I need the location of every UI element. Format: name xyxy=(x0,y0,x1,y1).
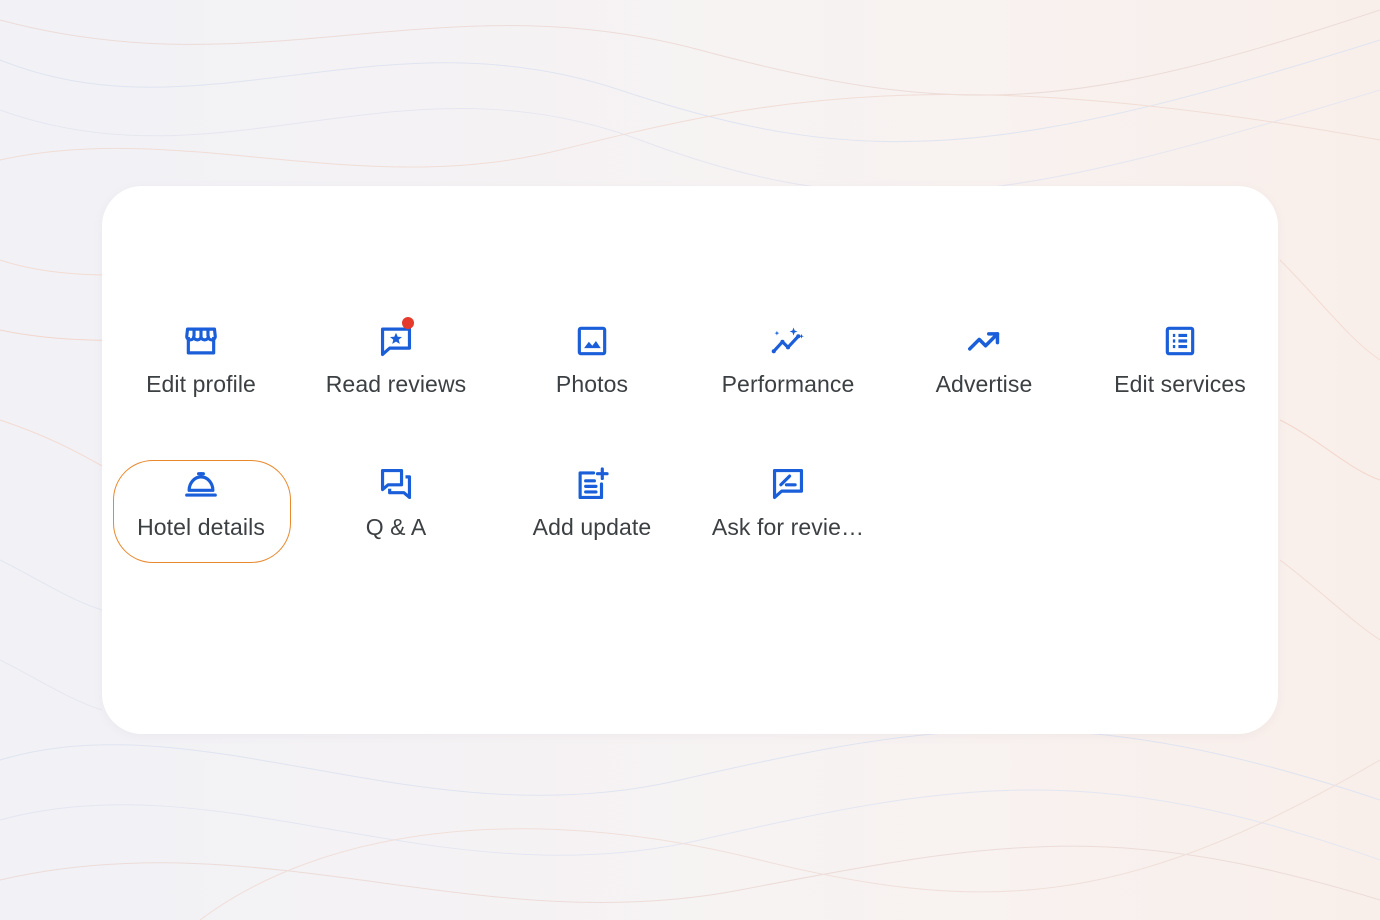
review-star-icon xyxy=(376,317,416,361)
forum-icon xyxy=(376,464,416,504)
qa-label: Q & A xyxy=(365,514,427,540)
ask-for-reviews-label: Ask for revie… xyxy=(711,514,865,540)
read-reviews-button[interactable]: Read reviews xyxy=(301,317,491,421)
performance-sparkle-icon xyxy=(768,321,808,361)
photo-icon xyxy=(572,321,612,361)
edit-services-label: Edit services xyxy=(1114,371,1246,397)
add-update-label: Add update xyxy=(532,514,652,540)
post-add-icon xyxy=(572,464,612,504)
quick-actions-card xyxy=(102,186,1278,734)
add-update-button[interactable]: Add update xyxy=(497,464,687,564)
rate-review-icon xyxy=(768,464,808,504)
performance-button[interactable]: Performance xyxy=(693,321,883,421)
photos-label: Photos xyxy=(555,371,629,397)
ask-for-reviews-button[interactable]: Ask for revie… xyxy=(693,464,883,564)
trending-up-icon xyxy=(964,321,1004,361)
edit-profile-label: Edit profile xyxy=(146,371,256,397)
list-icon xyxy=(1160,321,1200,361)
edit-profile-button[interactable]: Edit profile xyxy=(106,321,296,421)
read-reviews-label: Read reviews xyxy=(325,371,467,397)
qa-button[interactable]: Q & A xyxy=(301,464,491,564)
room-service-bell-icon xyxy=(181,464,221,504)
performance-label: Performance xyxy=(721,371,855,397)
notification-dot xyxy=(402,317,414,329)
advertise-button[interactable]: Advertise xyxy=(889,321,1079,421)
storefront-icon xyxy=(181,321,221,361)
hotel-details-label: Hotel details xyxy=(137,514,265,540)
advertise-label: Advertise xyxy=(935,371,1033,397)
photos-button[interactable]: Photos xyxy=(497,321,687,421)
edit-services-button[interactable]: Edit services xyxy=(1085,321,1275,421)
hotel-details-button[interactable]: Hotel details xyxy=(106,464,296,564)
